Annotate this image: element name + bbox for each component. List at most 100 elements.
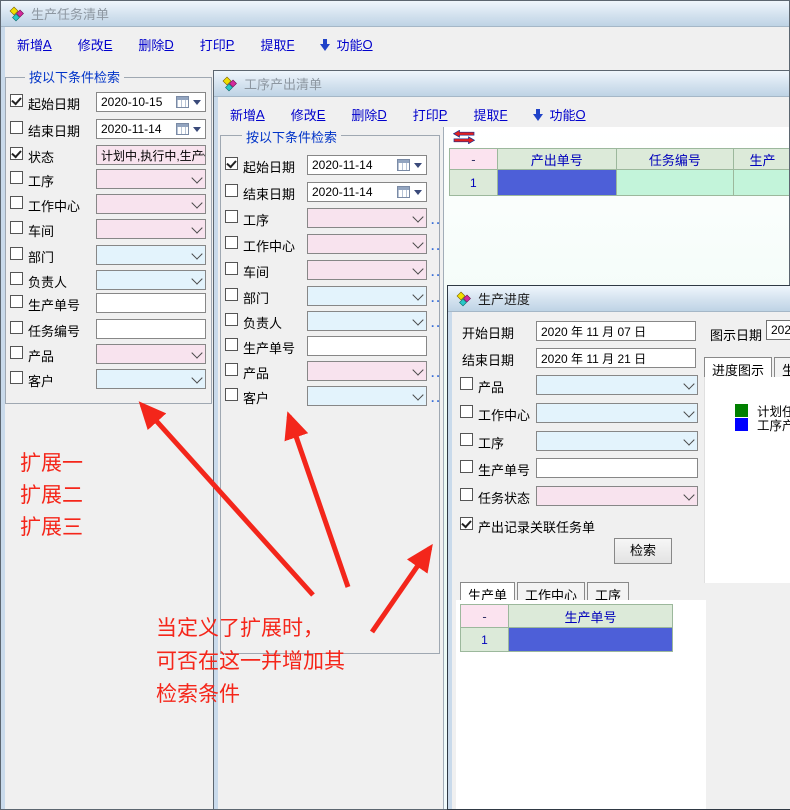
customer-combobox[interactable] bbox=[307, 386, 427, 406]
work-center-combobox[interactable] bbox=[96, 194, 206, 214]
titlebar-process-output-list[interactable]: 工序产出清单 bbox=[214, 71, 789, 97]
ellipsis-button[interactable]: .. bbox=[431, 213, 442, 227]
calendar-icon[interactable] bbox=[176, 96, 189, 108]
department-checkbox[interactable] bbox=[10, 247, 23, 260]
row-selector-header[interactable]: - bbox=[461, 605, 509, 628]
process-combobox[interactable] bbox=[307, 208, 427, 228]
ellipsis-button[interactable]: .. bbox=[431, 316, 442, 330]
start-date-input[interactable]: 2020-11-14 bbox=[307, 155, 427, 175]
end-date-input[interactable]: 2020-11-14 bbox=[96, 119, 206, 139]
product-combobox[interactable] bbox=[307, 361, 427, 381]
dropdown-arrow-icon[interactable] bbox=[414, 163, 422, 172]
function-button[interactable]: 功能O bbox=[533, 105, 585, 124]
product-checkbox[interactable] bbox=[460, 377, 473, 390]
column-header-task-no[interactable]: 任务编号 bbox=[616, 149, 733, 170]
column-header-output-no[interactable]: 产出单号 bbox=[497, 149, 616, 170]
work-center-checkbox[interactable] bbox=[10, 196, 23, 209]
data-cell[interactable] bbox=[733, 170, 790, 196]
dropdown-arrow-icon[interactable] bbox=[193, 127, 201, 136]
swap-arrows-icon[interactable] bbox=[453, 130, 475, 144]
owner-checkbox[interactable] bbox=[10, 272, 23, 285]
titlebar-production-progress[interactable]: 生产进度 bbox=[448, 286, 790, 312]
process-combobox[interactable] bbox=[536, 431, 698, 451]
ellipsis-button[interactable]: .. bbox=[431, 366, 442, 380]
product-checkbox[interactable] bbox=[225, 363, 238, 376]
status-checkbox[interactable] bbox=[10, 147, 23, 160]
print-button[interactable]: 打印P bbox=[200, 35, 235, 54]
owner-checkbox[interactable] bbox=[225, 313, 238, 326]
dropdown-arrow-icon[interactable] bbox=[193, 100, 201, 109]
department-combobox[interactable] bbox=[96, 245, 206, 265]
department-combobox[interactable] bbox=[307, 286, 427, 306]
task-status-checkbox[interactable] bbox=[460, 488, 473, 501]
work-center-combobox[interactable] bbox=[536, 403, 698, 423]
progress-end-date-input[interactable]: 2020 年 11 月 21 日 bbox=[536, 348, 696, 368]
calendar-icon[interactable] bbox=[397, 159, 410, 171]
new-button[interactable]: 新增A bbox=[17, 35, 52, 54]
row-number-cell[interactable]: 1 bbox=[461, 628, 509, 652]
function-button[interactable]: 功能O bbox=[320, 35, 372, 54]
production-no-checkbox[interactable] bbox=[460, 460, 473, 473]
task-status-combobox[interactable] bbox=[536, 486, 698, 506]
task-no-checkbox[interactable] bbox=[10, 321, 23, 334]
calendar-icon[interactable] bbox=[176, 123, 189, 135]
ellipsis-button[interactable]: .. bbox=[431, 391, 442, 405]
chart-date-input[interactable]: 202 bbox=[766, 320, 790, 340]
link-task-checkbox[interactable] bbox=[460, 517, 473, 530]
customer-checkbox[interactable] bbox=[225, 388, 238, 401]
start-date-checkbox[interactable] bbox=[10, 94, 23, 107]
production-no-input[interactable] bbox=[307, 336, 427, 356]
start-date-input[interactable]: 2020-10-15 bbox=[96, 92, 206, 112]
extract-button[interactable]: 提取F bbox=[260, 35, 294, 54]
workshop-combobox[interactable] bbox=[307, 260, 427, 280]
ellipsis-button[interactable]: .. bbox=[431, 239, 442, 253]
status-combobox[interactable]: 计划中,执行中,生产 bbox=[96, 145, 206, 165]
end-date-checkbox[interactable] bbox=[10, 121, 23, 134]
row-selector-header[interactable]: - bbox=[450, 149, 498, 170]
production-no-input[interactable] bbox=[536, 458, 698, 478]
extract-button[interactable]: 提取F bbox=[473, 105, 507, 124]
process-combobox[interactable] bbox=[96, 169, 206, 189]
owner-combobox[interactable] bbox=[307, 311, 427, 331]
column-header-production[interactable]: 生产 bbox=[733, 149, 790, 170]
product-checkbox[interactable] bbox=[10, 346, 23, 359]
production-no-checkbox[interactable] bbox=[10, 295, 23, 308]
end-date-checkbox[interactable] bbox=[225, 184, 238, 197]
owner-combobox[interactable] bbox=[96, 270, 206, 290]
column-header-production-no[interactable]: 生产单号 bbox=[509, 605, 673, 628]
selected-cell[interactable] bbox=[509, 628, 673, 652]
new-button[interactable]: 新增A bbox=[230, 105, 265, 124]
progress-start-date-input[interactable]: 2020 年 11 月 07 日 bbox=[536, 321, 696, 341]
task-no-input[interactable] bbox=[96, 319, 206, 339]
work-center-checkbox[interactable] bbox=[460, 405, 473, 418]
production-no-checkbox[interactable] bbox=[225, 338, 238, 351]
customer-combobox[interactable] bbox=[96, 369, 206, 389]
end-date-input[interactable]: 2020-11-14 bbox=[307, 182, 427, 202]
ellipsis-button[interactable]: .. bbox=[431, 265, 442, 279]
start-date-checkbox[interactable] bbox=[225, 157, 238, 170]
production-no-input[interactable] bbox=[96, 293, 206, 313]
workshop-combobox[interactable] bbox=[96, 219, 206, 239]
row-number-cell[interactable]: 1 bbox=[450, 170, 498, 196]
search-button[interactable]: 检索 bbox=[614, 538, 672, 564]
process-checkbox[interactable] bbox=[225, 210, 238, 223]
dropdown-arrow-icon[interactable] bbox=[414, 190, 422, 199]
delete-button[interactable]: 删除D bbox=[138, 35, 173, 54]
workshop-checkbox[interactable] bbox=[225, 262, 238, 275]
department-checkbox[interactable] bbox=[225, 288, 238, 301]
edit-button[interactable]: 修改E bbox=[78, 35, 113, 54]
print-button[interactable]: 打印P bbox=[413, 105, 448, 124]
delete-button[interactable]: 删除D bbox=[351, 105, 386, 124]
product-combobox[interactable] bbox=[96, 344, 206, 364]
calendar-icon[interactable] bbox=[397, 186, 410, 198]
edit-button[interactable]: 修改E bbox=[291, 105, 326, 124]
work-center-combobox[interactable] bbox=[307, 234, 427, 254]
product-combobox[interactable] bbox=[536, 375, 698, 395]
titlebar-production-task-list[interactable]: 生产任务清单 bbox=[1, 1, 789, 27]
selected-cell[interactable] bbox=[497, 170, 616, 196]
customer-checkbox[interactable] bbox=[10, 371, 23, 384]
ellipsis-button[interactable]: .. bbox=[431, 291, 442, 305]
process-checkbox[interactable] bbox=[460, 433, 473, 446]
workshop-checkbox[interactable] bbox=[10, 221, 23, 234]
process-checkbox[interactable] bbox=[10, 171, 23, 184]
